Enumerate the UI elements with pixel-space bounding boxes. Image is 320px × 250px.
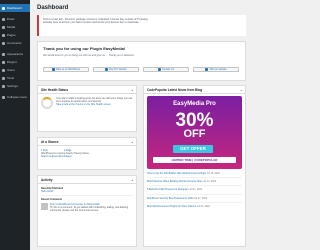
sidebar-item-users[interactable]: Users (0, 66, 30, 74)
posts-icon (2, 17, 5, 21)
promo-banner[interactable]: EasyMedia Pro 30% OFF GET OFFER LIMITED … (147, 96, 242, 169)
news-item[interactable]: How to Use the Divi Builder With WooComm… (144, 171, 245, 176)
admin-sidebar: Dashboard Posts Media Pages Comments App… (0, 0, 30, 250)
news-item[interactable]: WordPress Security Best Practices for 20… (144, 196, 245, 201)
tools-icon (2, 76, 5, 80)
rate-us-button[interactable]: Rate us on WordPress (43, 67, 89, 72)
comment-text: Hi, this is a comment. To get started wi… (50, 205, 129, 213)
post-link[interactable]: Hello world! (41, 190, 133, 193)
chevron-up-icon[interactable]: ▴ (131, 178, 133, 182)
chevron-up-icon[interactable]: ▴ (131, 88, 133, 92)
cart-icon (105, 68, 109, 71)
sidebar-item-plugins[interactable]: Plugins (0, 58, 30, 66)
mail-icon (158, 68, 162, 71)
promo-limited-bar: LIMITED TIME | CODEPOPULAR (153, 157, 236, 163)
collapse-icon (2, 95, 5, 99)
users-icon (2, 68, 5, 72)
site-health-widget: Site Health Status ▴ Your site's health i… (37, 85, 137, 132)
widget-title: CodePopular Latest News from Blog (147, 87, 203, 92)
widget-title: Activity (41, 177, 53, 182)
media-icon (2, 25, 5, 29)
pages-icon (2, 33, 5, 37)
promo-off: OFF (183, 128, 206, 140)
sidebar-item-comments[interactable]: Comments (0, 39, 30, 47)
star-icon (51, 68, 55, 71)
appearance-icon (2, 52, 5, 56)
get-offer-button[interactable]: GET OFFER (173, 145, 213, 153)
sidebar-item-dashboard[interactable]: Dashboard (0, 4, 30, 12)
thanks-subtitle: We would love for you to hang out with u… (43, 54, 135, 57)
activity-widget: Activity ▴ Recently Published Hello world… (37, 175, 137, 247)
health-status-ring (41, 97, 53, 109)
thanks-title: Thank you for using our Plugin EasyMedia… (43, 46, 126, 51)
sidebar-item-settings[interactable]: Settings (0, 82, 30, 90)
comments-icon (2, 41, 5, 45)
main-content: Dashboard This is a trial. EP - Premium … (30, 0, 250, 250)
contact-us-button[interactable]: Contact Us (143, 67, 189, 72)
notice-line: Activate here to access your latest vers… (43, 21, 140, 25)
buy-pro-button[interactable]: Buy Pro Version (93, 67, 139, 72)
chevron-up-icon[interactable]: ▴ (240, 88, 242, 92)
sidebar-item-pages[interactable]: Pages (0, 31, 30, 39)
sidebar-item-collapse[interactable]: Collapse menu (0, 93, 30, 101)
at-a-glance-widget: At a Glance ▴ 1 Post 1 Page WordPress 6.x… (37, 137, 137, 170)
site-health-link[interactable]: Take a look at the 3 items on the Site H… (56, 103, 133, 106)
promo-brand: EasyMedia Pro (173, 101, 216, 107)
news-item[interactable]: Best WooCommerce Plugins for Store Owner… (144, 204, 245, 209)
codepopular-news-widget: CodePopular Latest News from Blog ▴ EasyM… (143, 85, 246, 247)
globe-icon (205, 68, 209, 71)
discourage-link[interactable]: Search engines discouraged (41, 155, 133, 158)
recent-comments-heading: Recent Comments (41, 198, 62, 202)
sidebar-item-media[interactable]: Media (0, 23, 30, 31)
thanks-panel: Thank you for using our Plugin EasyMedia… (37, 41, 246, 81)
settings-icon (2, 84, 5, 88)
widget-title: Site Health Status (41, 87, 69, 92)
chevron-up-icon[interactable]: ▴ (131, 140, 133, 144)
plugins-icon (2, 60, 5, 64)
sidebar-item-tools[interactable]: Tools (0, 74, 30, 82)
sidebar-item-appearance[interactable]: Appearance (0, 50, 30, 58)
visit-website-button[interactable]: Visit our website (193, 67, 239, 72)
page-title: Dashboard (37, 5, 69, 11)
avatar (41, 202, 48, 210)
sidebar-item-posts[interactable]: Posts (0, 15, 30, 23)
license-notice: This is a trial. EP - Premium package ve… (37, 15, 246, 36)
news-item[interactable]: 5 Best Divi Child Themes for Designers J… (144, 187, 245, 192)
news-item[interactable]: Best Practices When Building Divi Ecomme… (144, 179, 245, 184)
widget-title: At a Glance (41, 139, 59, 144)
dashboard-icon (2, 6, 5, 10)
